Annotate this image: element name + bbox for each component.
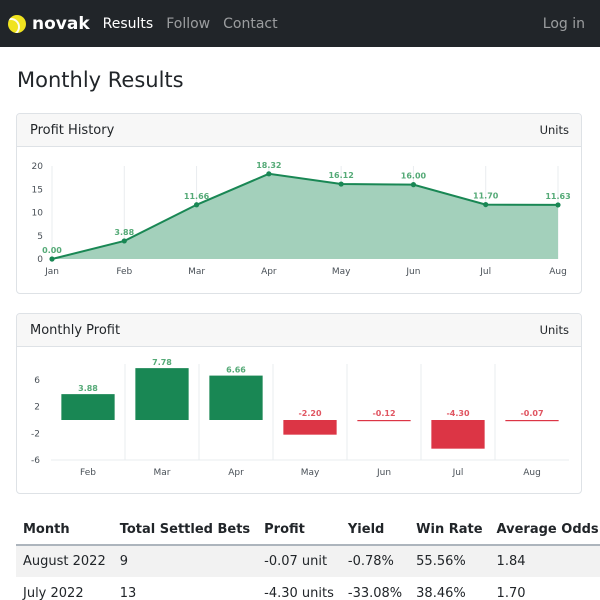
page-title: Monthly Results: [17, 68, 184, 92]
cell-win-rate: 55.56%: [409, 545, 490, 577]
data-point: [266, 171, 272, 177]
column-header-month: Month: [16, 514, 113, 546]
data-point: [555, 202, 561, 208]
cell-average-odds: 1.84: [489, 545, 600, 577]
data-label: 6.66: [226, 366, 246, 375]
x-tick-label: Feb: [116, 267, 132, 277]
x-tick-label: Jan: [44, 267, 59, 277]
data-label: 0.00: [42, 246, 62, 255]
y-tick-label: 2: [34, 403, 40, 413]
bar: [283, 420, 337, 435]
cell-profit: -4.30 units: [264, 585, 334, 600]
data-label: 11.66: [184, 192, 210, 201]
column-header-profit: Profit: [257, 514, 341, 546]
y-tick-label: 5: [37, 232, 43, 242]
table-row: July 2022 13 -4.30 units -33.08% 38.46% …: [16, 577, 600, 600]
bar: [209, 375, 263, 420]
bar: [61, 394, 115, 420]
x-tick-label: May: [332, 267, 351, 277]
brand-name: novak: [32, 13, 90, 34]
x-tick-label: Jun: [376, 468, 391, 478]
table-row: August 2022 9 -0.07 unit -0.78% 55.56% 1…: [16, 545, 600, 577]
y-tick-label: -2: [31, 429, 40, 439]
data-label: 3.88: [78, 384, 98, 393]
cell-win-rate: 38.46%: [416, 585, 466, 600]
cell-month: August 2022: [16, 545, 113, 577]
data-label: 16.00: [401, 172, 427, 181]
monthly-profit-chart: 6 2 -2 -6 Feb 3.88 Mar 7.78 Apr 6.66 May -2.20 Jun -0…: [31, 358, 569, 478]
y-tick-label: 0: [37, 255, 43, 265]
nav-link-follow[interactable]: Follow: [166, 16, 210, 32]
data-label: 11.63: [545, 192, 570, 201]
cell-total-settled-bets: 9: [112, 545, 258, 577]
profit-area: [52, 173, 558, 259]
cell-profit: -0.07 unit: [257, 545, 341, 577]
cell-total-settled-bets: 13: [119, 585, 137, 600]
monthly-profit-card: Monthly Profit Units 6 2 -2 -6 Feb 3.88 Mar 7.7…: [16, 313, 582, 494]
y-tick-label: 15: [32, 185, 43, 195]
tennis-ball-logo-icon: [8, 14, 26, 33]
data-point: [193, 202, 200, 208]
login-link[interactable]: Log in: [543, 16, 585, 32]
cell-yield: -33.08%: [347, 585, 403, 600]
column-header-win-rate: Win Rate: [409, 514, 490, 546]
bar: [135, 368, 189, 420]
x-tick-label: Jul: [452, 468, 464, 478]
x-tick-label: Aug: [523, 468, 541, 478]
y-tick-label: 20: [32, 162, 44, 172]
profit-history-chart: 0 5 10 15 20 Jan Feb Mar Apr May Jun Jul Aug 0.00 3.88…: [32, 161, 571, 277]
nav-links: Results Follow Contact: [103, 16, 291, 32]
x-tick-label: Apr: [228, 468, 244, 478]
x-tick-label: Feb: [80, 468, 96, 478]
data-point: [483, 201, 489, 208]
x-tick-label: Aug: [549, 267, 567, 277]
x-tick-label: Mar: [154, 468, 171, 478]
monthly-profit-unit-label: Units: [539, 323, 569, 337]
nav-link-results[interactable]: Results: [103, 16, 154, 32]
navbar: novak Results Follow Contact Log in: [0, 0, 600, 47]
profit-history-title: Profit History: [30, 122, 115, 138]
bar: [505, 420, 559, 422]
x-tick-label: Apr: [261, 267, 277, 277]
data-label: 18.32: [256, 161, 281, 170]
bar: [431, 420, 485, 449]
profit-history-card: Profit History Units 0 5 10 15 20 Jan Feb Mar Ap…: [16, 113, 582, 294]
brand-link[interactable]: novak: [8, 14, 90, 34]
data-point: [338, 181, 344, 187]
data-label: 3.88: [114, 228, 134, 237]
data-label: -2.20: [298, 409, 321, 418]
data-point: [49, 256, 55, 262]
table-header-row: Month Total Settled Bets Profit Yield Wi…: [16, 514, 600, 546]
data-point: [121, 238, 127, 244]
x-tick-label: Jun: [405, 267, 420, 277]
column-header-yield: Yield: [340, 514, 410, 546]
data-label: 16.12: [328, 171, 353, 180]
monthly-profit-card-header: Monthly Profit Units: [17, 314, 581, 347]
monthly-profit-title: Monthly Profit: [30, 322, 121, 338]
data-point: [410, 182, 417, 188]
data-label: -0.12: [372, 409, 395, 418]
profit-history-unit-label: Units: [539, 123, 569, 137]
cell-average-odds: 1.70: [496, 585, 526, 600]
column-header-total-settled-bets: Total Settled Bets: [112, 514, 258, 546]
y-tick-label: 10: [32, 209, 44, 219]
x-tick-label: Jul: [479, 267, 491, 277]
x-tick-label: May: [301, 468, 320, 478]
nav-link-contact[interactable]: Contact: [223, 16, 277, 32]
profit-history-card-header: Profit History Units: [17, 114, 581, 147]
column-header-average-odds: Average Odds: [489, 514, 600, 546]
bar: [357, 420, 411, 422]
data-label: -4.30: [446, 409, 469, 418]
data-label: 7.78: [152, 358, 172, 367]
data-label: -0.07: [520, 409, 543, 418]
cell-month: July 2022: [23, 585, 84, 600]
y-tick-label: -6: [31, 456, 40, 466]
data-label: 11.70: [473, 192, 499, 201]
cell-yield: -0.78%: [340, 545, 410, 577]
monthly-results-table: Month Total Settled Bets Profit Yield Wi…: [16, 514, 600, 600]
y-tick-label: 6: [34, 376, 40, 386]
x-tick-label: Mar: [188, 267, 205, 277]
